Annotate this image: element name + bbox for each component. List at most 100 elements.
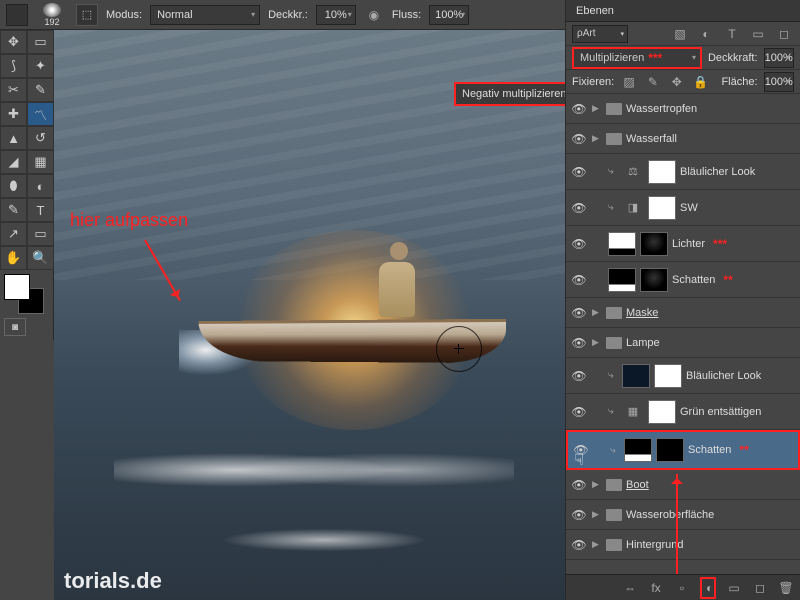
- fx-icon[interactable]: fx: [648, 581, 664, 595]
- visibility-icon[interactable]: 👁: [570, 508, 588, 522]
- curves-thumb[interactable]: [608, 268, 636, 292]
- layer-group-boot[interactable]: 👁 ▶ Boot: [566, 470, 800, 500]
- filter-smart-icon[interactable]: ◻: [774, 24, 794, 44]
- lock-position-icon[interactable]: ✥: [668, 72, 686, 92]
- document-canvas[interactable]: hier aufpassen Negativ multiplizieren **…: [54, 30, 565, 600]
- blur-tool[interactable]: ⬮: [0, 174, 27, 198]
- crop-tool[interactable]: ✂: [0, 78, 27, 102]
- layer-adj-gruen[interactable]: 👁 ⤷ ▦ Grün entsättigen: [566, 394, 800, 430]
- pen-tool[interactable]: ✎: [0, 198, 27, 222]
- filter-pixel-icon[interactable]: ▧: [670, 24, 690, 44]
- shape-tool[interactable]: ▭: [27, 222, 54, 246]
- twisty-icon[interactable]: ▶: [592, 307, 602, 318]
- link-layers-icon[interactable]: ⇔: [622, 581, 638, 595]
- opacity-input[interactable]: 10%: [316, 5, 356, 25]
- twisty-icon[interactable]: ▶: [592, 509, 602, 520]
- layer-adj-blaulich[interactable]: 👁 ⤷ ⚖ Bläulicher Look: [566, 154, 800, 190]
- lock-all-icon[interactable]: 🔒: [692, 72, 710, 92]
- lasso-tool[interactable]: ⟆: [0, 54, 27, 78]
- new-group-icon[interactable]: ▭: [726, 581, 742, 595]
- visibility-icon[interactable]: 👁: [570, 165, 588, 179]
- visibility-icon[interactable]: 👁: [570, 478, 588, 492]
- layers-tab[interactable]: Ebenen: [566, 0, 800, 22]
- brush-preset-picker[interactable]: 192: [36, 1, 68, 29]
- eyedropper-tool[interactable]: ✎: [27, 78, 54, 102]
- color-swatches[interactable]: [4, 274, 44, 314]
- twisty-icon[interactable]: ▶: [592, 103, 602, 114]
- healing-tool[interactable]: ✚: [0, 102, 27, 126]
- filter-type-icon[interactable]: T: [722, 24, 742, 44]
- lock-pixels-icon[interactable]: ✎: [644, 72, 662, 92]
- layer-group-wasserober[interactable]: 👁 ▶ Wasseroberfläche: [566, 500, 800, 530]
- path-select-tool[interactable]: ↗: [0, 222, 27, 246]
- new-adjustment-icon[interactable]: ◐: [700, 577, 716, 599]
- layer-adj-sw[interactable]: 👁 ⤷ ◨ SW: [566, 190, 800, 226]
- twisty-icon[interactable]: ▶: [592, 539, 602, 550]
- layer-opacity-input[interactable]: 100%: [764, 48, 795, 68]
- visibility-icon[interactable]: 👁: [570, 369, 588, 383]
- mask-thumb[interactable]: [654, 364, 682, 388]
- type-tool[interactable]: T: [27, 198, 54, 222]
- twisty-icon[interactable]: ▶: [592, 133, 602, 144]
- layer-name: Schatten: [672, 274, 715, 286]
- layer-curves-schatten[interactable]: 👁 Schatten **: [566, 262, 800, 298]
- canvas-blend-dropdown[interactable]: Negativ multiplizieren ***: [454, 82, 565, 106]
- layer-adj-blaulich2[interactable]: 👁 ⤷ Bläulicher Look: [566, 358, 800, 394]
- visibility-icon[interactable]: 👁: [570, 336, 588, 350]
- zoom-tool[interactable]: 🔍: [27, 246, 54, 270]
- gradient-tool[interactable]: ▦: [27, 150, 54, 174]
- brush-panel-toggle-icon[interactable]: ⬚: [76, 4, 98, 26]
- layer-group-wassertropfen[interactable]: 👁 ▶ Wassertropfen: [566, 94, 800, 124]
- layer-name: SW: [680, 202, 698, 214]
- mask-thumb[interactable]: [640, 232, 668, 256]
- history-brush-tool[interactable]: ↺: [27, 126, 54, 150]
- visibility-icon[interactable]: 👁: [570, 306, 588, 320]
- mask-thumb[interactable]: [648, 160, 676, 184]
- curves-thumb[interactable]: [608, 232, 636, 256]
- brush-tool[interactable]: 〽: [27, 102, 54, 126]
- visibility-icon[interactable]: 👁: [570, 538, 588, 552]
- mask-thumb[interactable]: [648, 400, 676, 424]
- layer-group-hintergrund[interactable]: 👁 ▶ Hintergrund: [566, 530, 800, 560]
- layer-group-wasserfall[interactable]: 👁 ▶ Wasserfall: [566, 124, 800, 154]
- visibility-icon[interactable]: 👁: [570, 201, 588, 215]
- pressure-opacity-icon[interactable]: ◉: [364, 5, 384, 25]
- visibility-icon[interactable]: 👁: [570, 405, 588, 419]
- tool-preset-picker[interactable]: [6, 4, 28, 26]
- flow-input[interactable]: 100%: [429, 5, 469, 25]
- eraser-tool[interactable]: ◢: [0, 150, 27, 174]
- hand-tool[interactable]: ✋: [0, 246, 27, 270]
- foreground-color[interactable]: [4, 274, 30, 300]
- stamp-tool[interactable]: ▲: [0, 126, 27, 150]
- dodge-tool[interactable]: ◐: [27, 174, 54, 198]
- twisty-icon[interactable]: ▶: [592, 337, 602, 348]
- layer-curves-lichter[interactable]: 👁 Lichter ***: [566, 226, 800, 262]
- magic-wand-tool[interactable]: ✦: [27, 54, 54, 78]
- layer-group-lampe[interactable]: 👁 ▶ Lampe: [566, 328, 800, 358]
- adj-thumb[interactable]: [622, 364, 650, 388]
- filter-adj-icon[interactable]: ◐: [696, 24, 716, 44]
- add-mask-icon[interactable]: ▫: [674, 581, 690, 595]
- blend-mode-dropdown[interactable]: Normal: [150, 5, 260, 25]
- fill-input[interactable]: 100%: [764, 72, 795, 92]
- visibility-icon[interactable]: 👁: [570, 132, 588, 146]
- new-layer-icon[interactable]: ◻: [752, 581, 768, 595]
- twisty-icon[interactable]: ▶: [592, 479, 602, 490]
- lock-transparent-icon[interactable]: ▨: [620, 72, 638, 92]
- layer-blend-dropdown[interactable]: Multiplizieren ***: [572, 47, 702, 69]
- mask-thumb[interactable]: [648, 196, 676, 220]
- filter-shape-icon[interactable]: ▭: [748, 24, 768, 44]
- visibility-icon[interactable]: 👁: [570, 237, 588, 251]
- delete-layer-icon[interactable]: 🗑: [778, 581, 794, 595]
- filter-kind-dropdown[interactable]: ρ Art: [572, 25, 628, 43]
- move-tool[interactable]: ✥: [0, 30, 27, 54]
- mask-thumb[interactable]: [640, 268, 668, 292]
- curves-thumb[interactable]: [624, 438, 652, 462]
- quick-mask-toggle[interactable]: ◙: [4, 318, 26, 336]
- marquee-tool[interactable]: ▭: [27, 30, 54, 54]
- mask-thumb[interactable]: [656, 438, 684, 462]
- layer-curves-schatten-selected[interactable]: 👁 ⤷ Schatten **: [566, 430, 800, 470]
- visibility-icon[interactable]: 👁: [570, 273, 588, 287]
- layer-group-maske[interactable]: 👁 ▶ Maske: [566, 298, 800, 328]
- visibility-icon[interactable]: 👁: [570, 102, 588, 116]
